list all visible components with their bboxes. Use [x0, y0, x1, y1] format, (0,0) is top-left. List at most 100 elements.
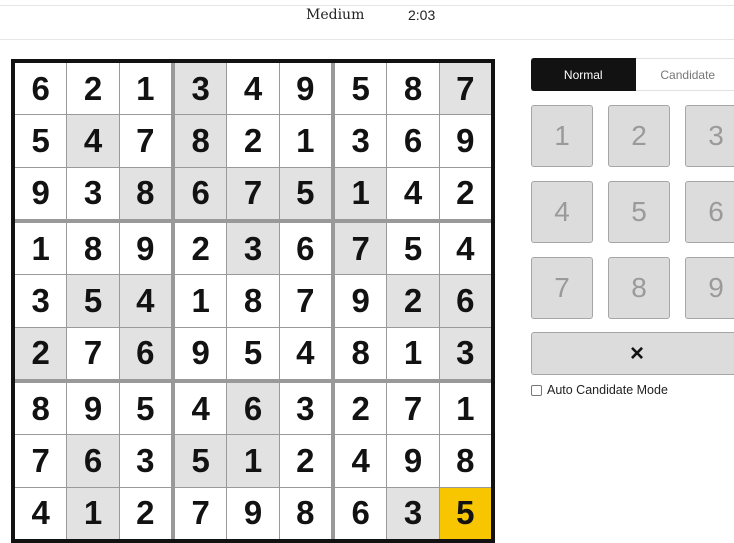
board-cell[interactable]: 1 [335, 167, 387, 219]
header-divider [0, 39, 734, 40]
board-cell[interactable]: 8 [119, 167, 171, 219]
board-cell[interactable]: 5 [335, 63, 387, 115]
board-cell[interactable]: 2 [15, 327, 67, 379]
board-cell[interactable]: 1 [175, 275, 227, 327]
board-cell[interactable]: 3 [387, 487, 439, 539]
board-cell[interactable]: 5 [15, 115, 67, 167]
keypad-key-4[interactable]: 4 [531, 181, 593, 243]
keypad-key-5[interactable]: 5 [608, 181, 670, 243]
board-cell[interactable]: 1 [227, 435, 279, 487]
board-cell[interactable]: 8 [387, 63, 439, 115]
board-cell[interactable]: 2 [439, 167, 491, 219]
keypad-key-1[interactable]: 1 [531, 105, 593, 167]
candidate-mode-button[interactable]: Candidate [636, 59, 734, 90]
board-cell[interactable]: 3 [227, 223, 279, 275]
board-cell[interactable]: 1 [119, 63, 171, 115]
board-cell[interactable]: 9 [67, 383, 119, 435]
board-cell[interactable]: 1 [387, 327, 439, 379]
auto-candidate-checkbox[interactable] [531, 384, 542, 396]
board-cell[interactable]: 5 [227, 327, 279, 379]
board-cell[interactable]: 7 [439, 63, 491, 115]
board-cell[interactable]: 4 [119, 275, 171, 327]
board-cell[interactable]: 4 [439, 223, 491, 275]
board-cell[interactable]: 6 [67, 435, 119, 487]
auto-candidate-toggle[interactable]: Auto Candidate Mode [531, 383, 668, 397]
keypad-key-7[interactable]: 7 [531, 257, 593, 319]
board-cell[interactable]: 4 [175, 383, 227, 435]
board-cell[interactable]: 6 [387, 115, 439, 167]
board-cell[interactable]: 8 [15, 383, 67, 435]
board-cell[interactable]: 3 [119, 435, 171, 487]
board-cell[interactable]: 9 [119, 223, 171, 275]
board-cell[interactable]: 6 [279, 223, 331, 275]
board-cell[interactable]: 9 [335, 275, 387, 327]
board-cell[interactable]: 4 [67, 115, 119, 167]
board-cell[interactable]: 7 [227, 167, 279, 219]
board-cell[interactable]: 6 [335, 487, 387, 539]
board-cell[interactable]: 4 [15, 487, 67, 539]
board-cell[interactable]: 3 [335, 115, 387, 167]
board-cell[interactable]: 5 [387, 223, 439, 275]
board-cell[interactable]: 8 [67, 223, 119, 275]
board-cell[interactable]: 2 [335, 383, 387, 435]
board-cell[interactable]: 8 [335, 327, 387, 379]
board-cell[interactable]: 7 [15, 435, 67, 487]
board-cell[interactable]: 1 [279, 115, 331, 167]
board-cell[interactable]: 3 [175, 63, 227, 115]
board-cell[interactable]: 7 [119, 115, 171, 167]
board-cell[interactable]: 8 [439, 435, 491, 487]
board-cell[interactable]: 5 [439, 487, 491, 539]
board-cell[interactable]: 8 [279, 487, 331, 539]
board-cell[interactable]: 5 [67, 275, 119, 327]
sudoku-board: 6213495875478213699386751421892367543541… [11, 59, 495, 543]
keypad-key-9[interactable]: 9 [685, 257, 734, 319]
board-cell[interactable]: 9 [227, 487, 279, 539]
game-header: Medium 2:03 [0, 6, 734, 39]
board-cell[interactable]: 9 [387, 435, 439, 487]
board-cell[interactable]: 2 [175, 223, 227, 275]
board-cell[interactable]: 6 [119, 327, 171, 379]
board-cell[interactable]: 4 [227, 63, 279, 115]
erase-button[interactable]: × [531, 332, 734, 375]
board-cell[interactable]: 5 [175, 435, 227, 487]
timer: 2:03 [408, 7, 436, 23]
board-cell[interactable]: 9 [15, 167, 67, 219]
board-cell[interactable]: 6 [439, 275, 491, 327]
board-cell[interactable]: 7 [387, 383, 439, 435]
board-cell[interactable]: 7 [335, 223, 387, 275]
board-cell[interactable]: 7 [67, 327, 119, 379]
board-cell[interactable]: 6 [175, 167, 227, 219]
board-cell[interactable]: 1 [439, 383, 491, 435]
board-cell[interactable]: 4 [335, 435, 387, 487]
mode-toggle: Normal Candidate [531, 58, 734, 91]
board-cell[interactable]: 7 [175, 487, 227, 539]
board-cell[interactable]: 8 [175, 115, 227, 167]
board-cell[interactable]: 2 [227, 115, 279, 167]
normal-mode-button[interactable]: Normal [531, 58, 636, 91]
keypad-key-2[interactable]: 2 [608, 105, 670, 167]
board-cell[interactable]: 2 [67, 63, 119, 115]
board-cell[interactable]: 9 [279, 63, 331, 115]
board-cell[interactable]: 2 [387, 275, 439, 327]
board-cell[interactable]: 9 [439, 115, 491, 167]
board-cell[interactable]: 4 [387, 167, 439, 219]
board-cell[interactable]: 3 [279, 383, 331, 435]
board-cell[interactable]: 2 [279, 435, 331, 487]
board-cell[interactable]: 1 [67, 487, 119, 539]
board-cell[interactable]: 5 [279, 167, 331, 219]
board-cell[interactable]: 4 [279, 327, 331, 379]
board-cell[interactable]: 2 [119, 487, 171, 539]
board-cell[interactable]: 6 [227, 383, 279, 435]
board-cell[interactable]: 1 [15, 223, 67, 275]
keypad-key-3[interactable]: 3 [685, 105, 734, 167]
board-cell[interactable]: 3 [67, 167, 119, 219]
keypad-key-6[interactable]: 6 [685, 181, 734, 243]
board-cell[interactable]: 3 [439, 327, 491, 379]
keypad-key-8[interactable]: 8 [608, 257, 670, 319]
board-cell[interactable]: 8 [227, 275, 279, 327]
board-cell[interactable]: 9 [175, 327, 227, 379]
board-cell[interactable]: 7 [279, 275, 331, 327]
board-cell[interactable]: 3 [15, 275, 67, 327]
board-cell[interactable]: 6 [15, 63, 67, 115]
board-cell[interactable]: 5 [119, 383, 171, 435]
